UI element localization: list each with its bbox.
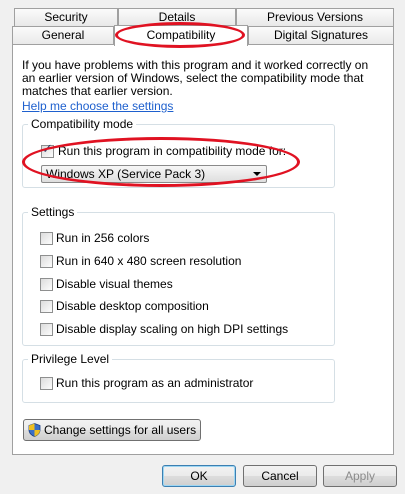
tab-previous-versions[interactable]: Previous Versions <box>236 8 394 26</box>
uac-shield-icon <box>28 423 41 437</box>
tab-general-label: General <box>41 28 85 42</box>
disable-desktop-composition-checkbox[interactable] <box>40 300 53 313</box>
intro-line-2: an earlier version of Windows, select th… <box>22 71 364 85</box>
tab-details-label: Details <box>158 10 196 24</box>
help-choose-settings-link[interactable]: Help me choose the settings <box>22 99 173 113</box>
tab-digital-signatures-label: Digital Signatures <box>273 28 369 42</box>
change-settings-all-users-button[interactable]: Change settings for all users <box>23 419 201 441</box>
change-settings-all-users-label: Change settings for all users <box>44 423 197 437</box>
compatibility-mode-checkbox-label: Run this program in compatibility mode f… <box>58 144 287 158</box>
os-version-selected: Windows XP (Service Pack 3) <box>46 167 206 181</box>
run-256-colors-label: Run in 256 colors <box>56 231 150 245</box>
tab-compatibility[interactable]: Compatibility <box>114 25 248 46</box>
intro-line-3: matches that earlier version. <box>22 84 173 98</box>
settings-title: Settings <box>28 205 78 219</box>
disable-desktop-composition-label: Disable desktop composition <box>56 299 209 313</box>
tab-security[interactable]: Security <box>14 8 118 26</box>
tab-page-compatibility: If you have problems with this program a… <box>12 44 394 455</box>
cancel-button-label: Cancel <box>261 469 299 483</box>
tab-details[interactable]: Details <box>118 8 236 26</box>
run-as-admin-checkbox[interactable] <box>40 377 53 390</box>
privilege-level-group: Privilege Level Run this program as an a… <box>22 352 335 403</box>
run-256-colors-checkbox[interactable] <box>40 232 53 245</box>
settings-group: Settings Run in 256 colors Run in 640 x … <box>22 205 335 346</box>
compatibility-mode-checkbox[interactable] <box>41 142 54 158</box>
tab-security-label: Security <box>44 10 88 24</box>
tab-previous-versions-label: Previous Versions <box>266 10 364 24</box>
chevron-down-icon <box>253 172 261 176</box>
os-version-select[interactable]: Windows XP (Service Pack 3) <box>41 165 267 183</box>
apply-button-label: Apply <box>344 469 376 483</box>
privilege-level-title: Privilege Level <box>28 352 113 366</box>
ok-button-label: OK <box>190 469 208 483</box>
run-640x480-checkbox[interactable] <box>40 255 53 268</box>
disable-visual-themes-label: Disable visual themes <box>56 277 173 291</box>
disable-visual-themes-checkbox[interactable] <box>40 278 53 291</box>
compatibility-mode-group: Compatibility mode Run this program in c… <box>22 117 335 188</box>
ok-button[interactable]: OK <box>162 465 236 487</box>
run-640x480-label: Run in 640 x 480 screen resolution <box>56 254 242 268</box>
intro-line-1: If you have problems with this program a… <box>22 58 369 72</box>
apply-button[interactable]: Apply <box>323 465 397 487</box>
tab-digital-signatures[interactable]: Digital Signatures <box>248 26 394 45</box>
tab-compatibility-label: Compatibility <box>146 28 216 42</box>
run-as-admin-label: Run this program as an administrator <box>56 376 254 390</box>
disable-dpi-scaling-label: Disable display scaling on high DPI sett… <box>56 322 289 336</box>
cancel-button[interactable]: Cancel <box>243 465 317 487</box>
disable-dpi-scaling-checkbox[interactable] <box>40 323 53 336</box>
tab-general[interactable]: General <box>12 26 114 45</box>
compatibility-mode-title: Compatibility mode <box>28 117 137 131</box>
